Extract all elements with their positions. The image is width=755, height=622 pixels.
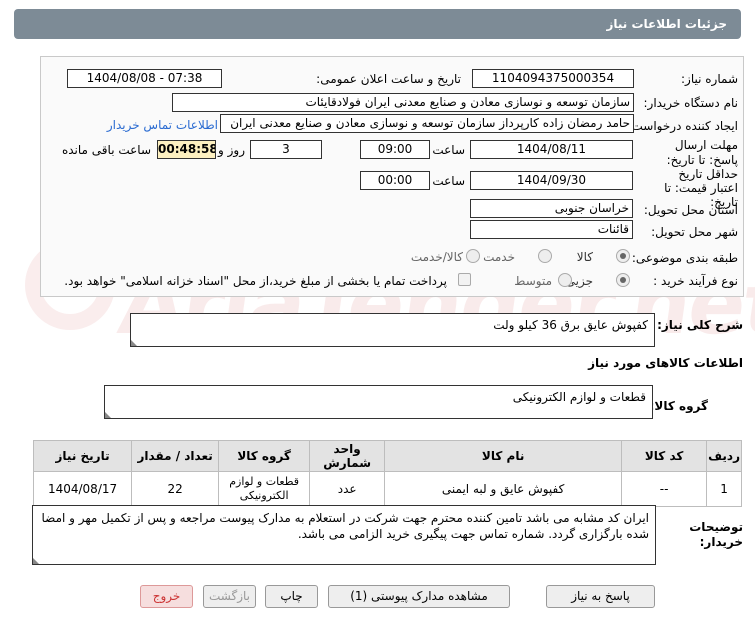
validity-time-field[interactable]: 00:00 xyxy=(360,171,430,190)
province-field[interactable]: خراسان جنوبی xyxy=(470,199,633,218)
validity-date-field[interactable]: 1404/09/30 xyxy=(470,171,633,190)
buyer-notes-field[interactable]: ایران کد مشابه می باشد تامین کننده محترم… xyxy=(32,505,656,565)
buyer-notes-label: توضیحات خریدار: xyxy=(689,520,743,549)
page-header: جزئیات اطلاعات نیاز xyxy=(14,9,741,39)
table-header-row: ردیف کد کالا نام کالا واحد شمارش گروه کا… xyxy=(32,440,742,472)
buyer-contact-link[interactable]: اطلاعات تماس خریدار xyxy=(107,118,218,132)
need-desc-text: کفپوش عایق برق 36 کیلو ولت xyxy=(493,318,648,332)
goods-group-text: قطعات و لوازم الکترونیکی xyxy=(512,390,646,404)
validity-time-label: ساعت xyxy=(432,174,465,188)
resize-handle-icon xyxy=(105,412,111,418)
reply-time-field[interactable]: 09:00 xyxy=(360,140,430,159)
need-desc-field[interactable]: کفپوش عایق برق 36 کیلو ولت xyxy=(130,313,655,347)
goods-table: ردیف کد کالا نام کالا واحد شمارش گروه کا… xyxy=(32,440,742,507)
goods-group-field[interactable]: قطعات و لوازم الکترونیکی xyxy=(104,385,653,419)
category-service-label: خدمت xyxy=(483,250,515,264)
col-unit: واحد شمارش xyxy=(309,440,386,472)
cell-date: 1404/08/17 xyxy=(32,471,133,507)
city-field[interactable]: قائنات xyxy=(470,220,633,239)
category-service-radio[interactable] xyxy=(538,249,552,263)
creator-label: ایجاد کننده درخواست: xyxy=(627,119,738,133)
col-group: گروه کالا xyxy=(218,440,311,472)
announce-datetime-field[interactable]: 1404/08/08 - 07:38 xyxy=(67,69,222,88)
process-medium-radio[interactable] xyxy=(558,273,572,287)
print-button[interactable]: چاپ xyxy=(265,585,318,608)
reply-deadline-label: مهلت ارسال پاسخ: تا تاریخ: xyxy=(666,138,738,167)
back-button[interactable]: بازگشت xyxy=(203,585,256,608)
exit-button[interactable]: خروج xyxy=(140,585,193,608)
goods-group-label: گروه کالا: xyxy=(649,399,708,413)
city-label: شهر محل تحویل: xyxy=(651,225,738,239)
reply-button[interactable]: پاسخ به نیاز xyxy=(546,585,655,608)
days-field[interactable]: 3 xyxy=(250,140,322,159)
category-goods-radio[interactable] xyxy=(616,249,630,263)
table-row[interactable]: 1 -- کفپوش عایق و لبه ایمنی عدد قطعات و … xyxy=(32,471,742,507)
goods-info-title: اطلاعات کالاهای مورد نیاز xyxy=(588,356,743,370)
cell-qty: 22 xyxy=(131,471,220,507)
days-label: روز و xyxy=(218,143,245,157)
need-number-field[interactable]: 1104094375000354 xyxy=(472,69,634,88)
col-code: کد کالا xyxy=(621,440,708,472)
process-label: نوع فرآیند خرید : xyxy=(653,274,738,288)
reply-date-field[interactable]: 1404/08/11 xyxy=(470,140,633,159)
col-name: نام کالا xyxy=(384,440,623,472)
need-desc-label: شرح کلی نیاز: xyxy=(657,318,743,332)
announce-label: تاریخ و ساعت اعلان عمومی: xyxy=(316,72,461,86)
cell-row: 1 xyxy=(706,471,742,507)
creator-field[interactable]: حامد رمضان زاده کارپرداز سازمان توسعه و … xyxy=(220,114,634,133)
category-label: طبقه بندی موضوعی: xyxy=(631,251,738,265)
attachments-button[interactable]: مشاهده مدارک پیوستی (1) xyxy=(328,585,510,608)
need-number-label: شماره نیاز: xyxy=(681,72,738,86)
province-label: استان محل تحویل: xyxy=(643,203,738,217)
reply-time-label: ساعت xyxy=(432,143,465,157)
process-medium-label: متوسط xyxy=(514,274,552,288)
cell-group: قطعات و لوازم الکترونیکی xyxy=(218,471,311,507)
col-date: تاریخ نیاز xyxy=(32,440,133,472)
cell-name: کفپوش عایق و لبه ایمنی xyxy=(384,471,623,507)
remaining-time-field: 00:48:58 xyxy=(157,140,216,159)
resize-handle-icon xyxy=(33,558,39,564)
process-minor-radio[interactable] xyxy=(616,273,630,287)
category-goods-service-label: کالا/خدمت xyxy=(410,250,463,264)
category-goods-service-radio[interactable] xyxy=(466,249,480,263)
cell-unit: عدد xyxy=(309,471,386,507)
buyer-org-label: نام دستگاه خریدار: xyxy=(643,96,739,110)
buyer-notes-text: ایران کد مشابه می باشد تامین کننده محترم… xyxy=(41,511,649,541)
cell-code: -- xyxy=(621,471,708,507)
remaining-label: ساعت باقی مانده xyxy=(61,143,151,157)
page-title: جزئیات اطلاعات نیاز xyxy=(606,17,727,31)
treasury-checkbox[interactable] xyxy=(458,273,471,286)
col-qty: تعداد / مقدار xyxy=(131,440,220,472)
col-row: ردیف xyxy=(706,440,742,472)
resize-handle-icon xyxy=(131,340,137,346)
category-goods-label: کالا xyxy=(576,250,593,264)
treasury-note: پرداخت تمام یا بخشی از مبلغ خرید،از محل … xyxy=(64,274,447,288)
buyer-org-field[interactable]: سازمان توسعه و نوسازی معادن و صنایع معدن… xyxy=(172,93,634,112)
